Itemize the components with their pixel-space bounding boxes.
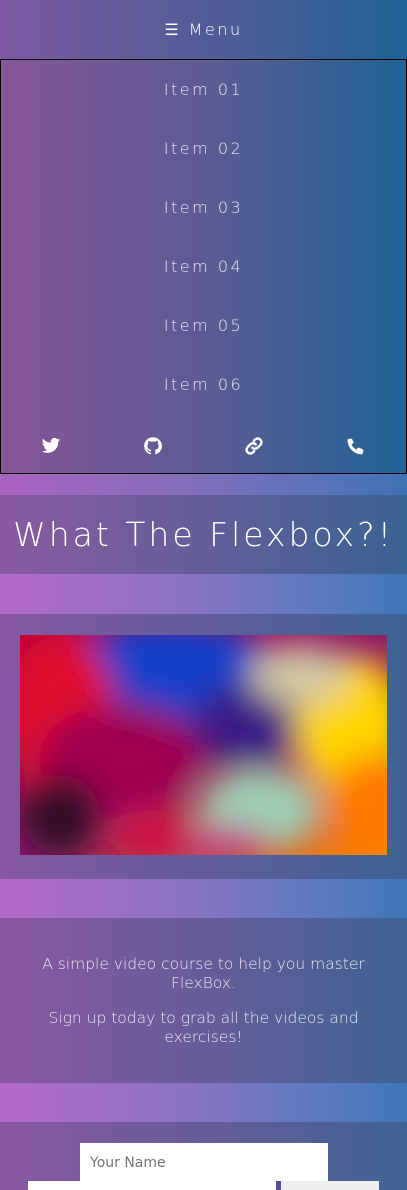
link-icon[interactable] (244, 436, 264, 456)
twitter-icon[interactable] (41, 436, 61, 456)
description-line-1: A simple video course to help you master… (42, 955, 365, 992)
page-title-text: What The Flexbox?! (13, 515, 394, 554)
github-icon[interactable] (143, 436, 163, 456)
page-title: What The Flexbox?! (0, 495, 407, 574)
course-description: A simple video course to help you master… (0, 918, 407, 1083)
phone-icon[interactable] (345, 436, 365, 456)
menu-item-02[interactable]: Item 02 (1, 139, 406, 158)
submit-button[interactable] (281, 1181, 379, 1190)
menu-item-04[interactable]: Item 04 (1, 257, 406, 276)
signup-form (0, 1122, 407, 1190)
menu-label: ☰ Menu (164, 20, 243, 39)
menu-panel: Item 01 Item 02 Item 03 Item 04 Item 05 … (0, 59, 407, 474)
gradient-artwork (20, 635, 387, 855)
section-divider (0, 474, 407, 495)
menu-toggle-button[interactable]: ☰ Menu (0, 0, 407, 59)
social-links (1, 436, 406, 466)
description-line-2: Sign up today to grab all the videos and… (48, 1009, 359, 1046)
hero-image (20, 635, 387, 855)
menu-item-01[interactable]: Item 01 (1, 80, 406, 99)
hero-section (0, 614, 407, 879)
email-input[interactable] (28, 1181, 276, 1190)
menu-item-06[interactable]: Item 06 (1, 375, 406, 394)
menu-item-03[interactable]: Item 03 (1, 198, 406, 217)
name-input[interactable] (80, 1143, 328, 1182)
menu-item-05[interactable]: Item 05 (1, 316, 406, 335)
